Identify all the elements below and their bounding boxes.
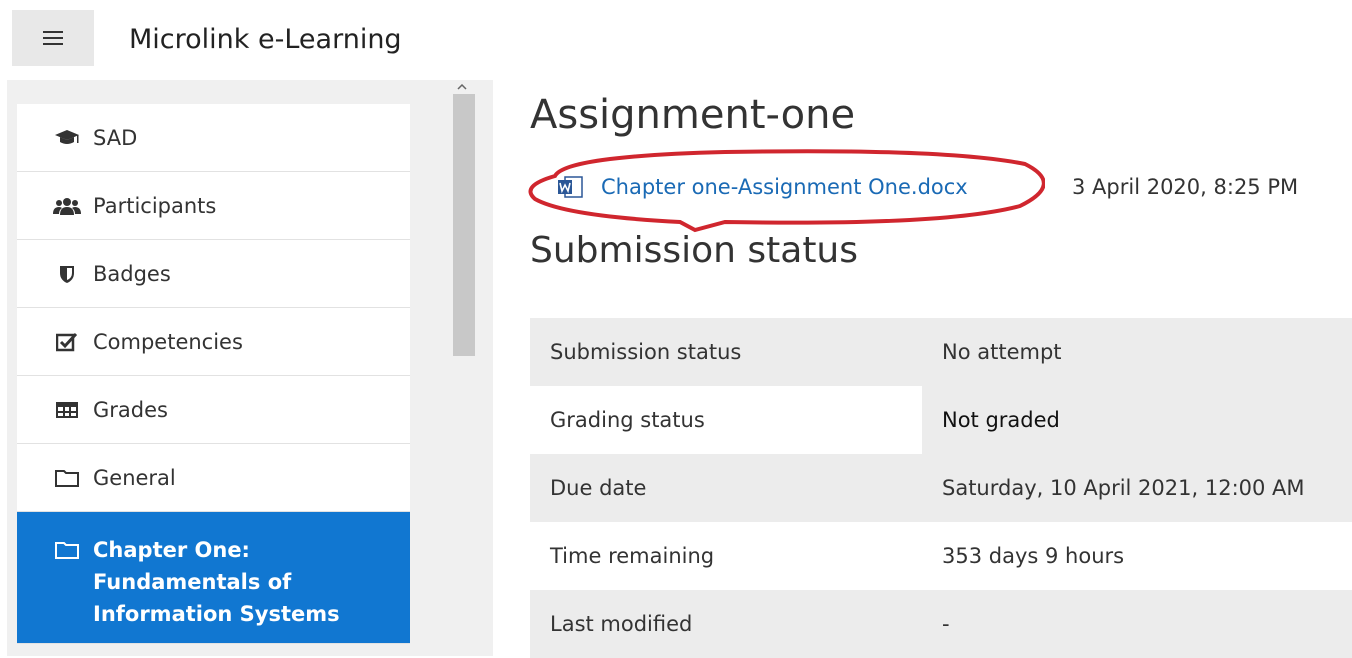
row-label: Grading status (530, 386, 922, 454)
sidebar-item-label: Participants (93, 193, 217, 218)
top-navbar: Microlink e-Learning (0, 0, 1352, 80)
sidebar-item-label: Grades (93, 397, 168, 422)
scroll-up-icon[interactable] (454, 80, 470, 94)
row-label: Time remaining (530, 522, 922, 590)
sidebar-nav: SAD Participants Badges Competencies Gra… (17, 104, 410, 644)
submission-status-table: Submission status No attempt Grading sta… (530, 318, 1352, 658)
users-icon (53, 194, 81, 218)
sidebar-item-chapter-one[interactable]: Chapter One: Fundamentals of Information… (17, 512, 410, 644)
row-value: - (922, 590, 1352, 658)
table-row: Grading status Not graded (530, 386, 1352, 454)
file-link[interactable]: Chapter one-Assignment One.docx (601, 175, 968, 199)
sidebar-item-grades[interactable]: Grades (17, 376, 410, 444)
page-title: Assignment-one (530, 92, 856, 138)
row-value: Saturday, 10 April 2021, 12:00 AM (922, 454, 1352, 522)
row-value: 353 days 9 hours (922, 522, 1352, 590)
table-row: Due date Saturday, 10 April 2021, 12:00 … (530, 454, 1352, 522)
row-value: No attempt (922, 318, 1352, 386)
menu-toggle-button[interactable] (12, 10, 94, 66)
table-icon (53, 398, 81, 422)
row-label: Last modified (530, 590, 922, 658)
table-row: Submission status No attempt (530, 318, 1352, 386)
sidebar-item-label: General (93, 465, 176, 490)
hamburger-icon (43, 31, 63, 45)
word-document-icon (557, 175, 583, 199)
sidebar-item-badges[interactable]: Badges (17, 240, 410, 308)
checkbox-icon (53, 330, 81, 354)
folder-icon (53, 466, 81, 490)
main-content: Assignment-one Chapter one-Assignment On… (493, 80, 1352, 658)
sidebar-scroll-thumb[interactable] (453, 94, 475, 356)
file-attachment: Chapter one-Assignment One.docx (557, 172, 968, 202)
file-date: 3 April 2020, 8:25 PM (1072, 175, 1299, 199)
table-row: Last modified - (530, 590, 1352, 658)
sidebar-item-label: SAD (93, 125, 138, 150)
row-label: Due date (530, 454, 922, 522)
sidebar-item-label: Chapter One: Fundamentals of Information… (93, 538, 340, 626)
row-label: Submission status (530, 318, 922, 386)
folder-icon (53, 538, 81, 562)
sidebar-item-competencies[interactable]: Competencies (17, 308, 410, 376)
sidebar-item-label: Competencies (93, 329, 243, 354)
sidebar-item-participants[interactable]: Participants (17, 172, 410, 240)
site-title[interactable]: Microlink e-Learning (129, 24, 402, 55)
sidebar-item-sad[interactable]: SAD (17, 104, 410, 172)
sidebar-item-general[interactable]: General (17, 444, 410, 512)
row-value: Not graded (922, 386, 1352, 454)
sidebar-item-label: Badges (93, 261, 171, 286)
table-row: Time remaining 353 days 9 hours (530, 522, 1352, 590)
shield-icon (53, 262, 81, 286)
section-title: Submission status (530, 230, 859, 271)
graduation-cap-icon (53, 126, 81, 150)
sidebar-drawer: SAD Participants Badges Competencies Gra… (7, 80, 493, 656)
